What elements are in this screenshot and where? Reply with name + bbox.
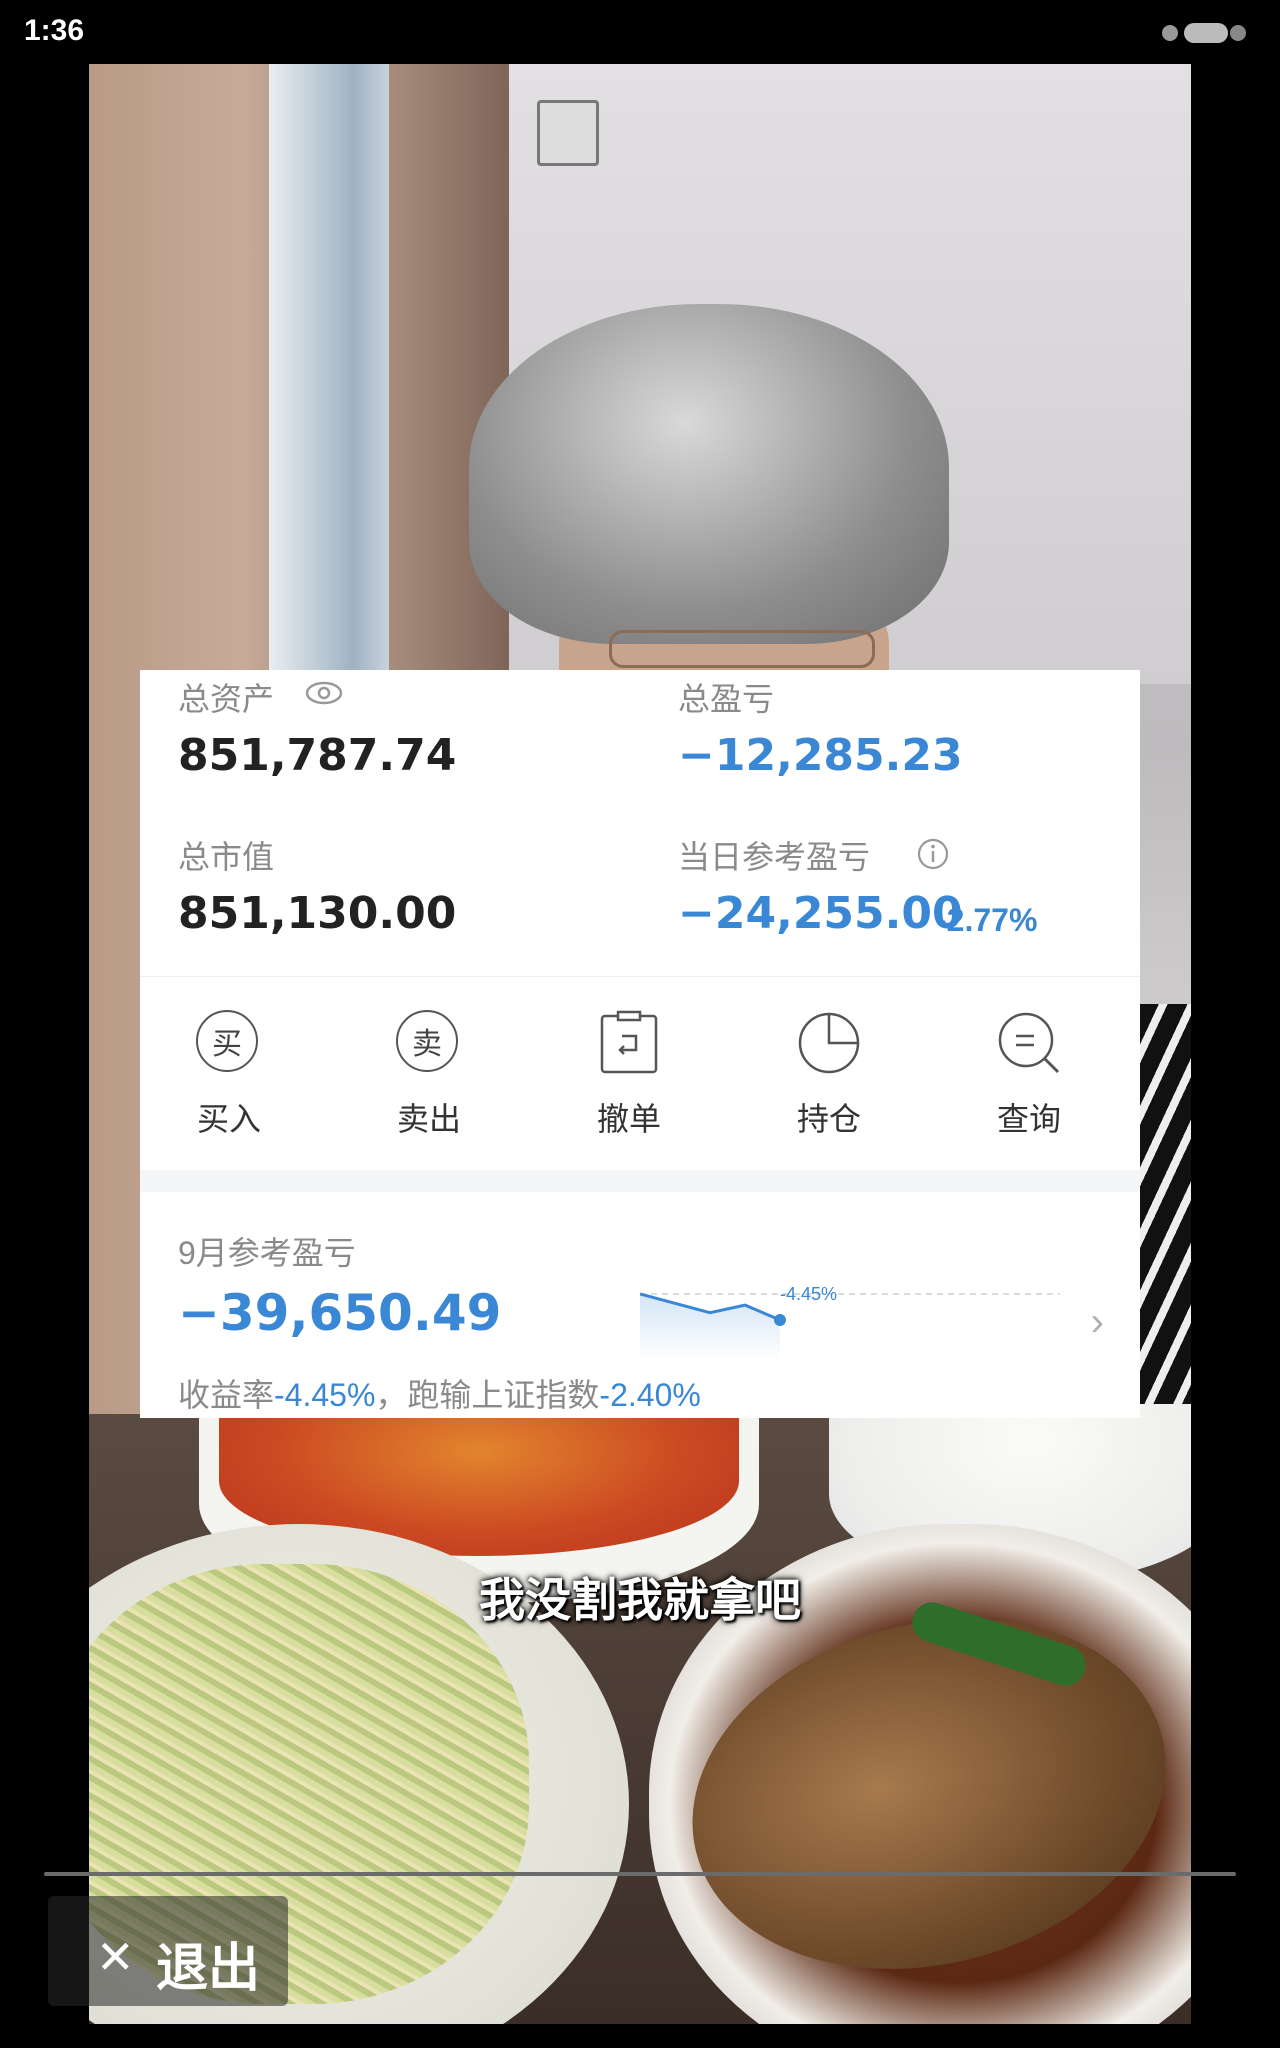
total-pl-label: 总盈亏 bbox=[678, 681, 775, 717]
divider bbox=[140, 976, 1140, 977]
cancel-order-button[interactable]: 撤单 bbox=[554, 1010, 704, 1150]
video-progress-bar[interactable] bbox=[44, 1872, 1236, 1876]
market-value-label: 总市值 bbox=[178, 839, 275, 875]
return-rate-line: 收益率-4.45%，跑输上证指数-2.40% bbox=[178, 1370, 701, 1416]
monthly-sparkline: -4.45% bbox=[640, 1284, 1060, 1360]
chevron-right-icon[interactable]: › bbox=[1091, 1300, 1104, 1345]
total-pl-value: −12,285.23 bbox=[678, 730, 963, 781]
query-button[interactable]: 查询 bbox=[954, 1010, 1104, 1150]
curtain-fold bbox=[389, 64, 509, 704]
sell-icon: 卖 bbox=[396, 1010, 458, 1072]
daily-pl-value: −24,255.00 bbox=[678, 888, 963, 939]
window-frame bbox=[269, 64, 389, 704]
buy-label: 买入 bbox=[196, 1101, 261, 1137]
buy-icon: 买 bbox=[196, 1010, 258, 1072]
video-caption: 我没割我就拿吧 bbox=[479, 1574, 801, 1626]
sparkline-label: -4.45% bbox=[780, 1284, 837, 1304]
monthly-pl-label: 9月参考盈亏 bbox=[178, 1235, 356, 1271]
search-icon bbox=[998, 1012, 1060, 1074]
status-time: 1:36 bbox=[24, 14, 85, 47]
monthly-pl-value: −39,650.49 bbox=[178, 1284, 502, 1342]
daily-pl-percent: -2.77% bbox=[936, 902, 1038, 938]
total-assets-value: 851,787.74 bbox=[178, 730, 457, 781]
positions-label: 持仓 bbox=[796, 1101, 861, 1137]
sparkline-area bbox=[640, 1294, 780, 1360]
account-card: 总资产 851,787.74 总盈亏 −12,285.23 总市值 851,13… bbox=[140, 670, 1140, 1418]
market-value-value: 851,130.00 bbox=[178, 888, 457, 939]
sell-label: 卖出 bbox=[396, 1101, 461, 1137]
sparkline-end-point bbox=[774, 1314, 786, 1326]
return-rate-prefix: 收益率 bbox=[178, 1377, 275, 1413]
eye-icon[interactable] bbox=[304, 678, 344, 708]
sell-button[interactable]: 卖 卖出 bbox=[354, 1010, 504, 1150]
status-bar: 1:36 bbox=[0, 0, 1280, 64]
person-hair bbox=[469, 304, 949, 644]
positions-button[interactable]: 持仓 bbox=[754, 1010, 904, 1150]
total-assets-label: 总资产 bbox=[178, 681, 275, 717]
daily-pl-label: 当日参考盈亏 bbox=[678, 839, 871, 875]
cancel-order-label: 撤单 bbox=[596, 1101, 661, 1137]
return-rate-separator: ，跑输上证指数 bbox=[375, 1377, 600, 1413]
query-label: 查询 bbox=[996, 1101, 1061, 1137]
exit-label[interactable]: 退出 bbox=[156, 1926, 260, 2001]
return-rate-value: -4.45% bbox=[274, 1377, 376, 1413]
section-gap bbox=[140, 1170, 1140, 1192]
striped-shirt bbox=[1139, 1004, 1191, 1424]
status-icons bbox=[1162, 23, 1246, 43]
glasses bbox=[609, 630, 875, 668]
cancel-order-icon bbox=[600, 1010, 658, 1074]
wall-outlet bbox=[537, 100, 599, 166]
index-return-value: -2.40% bbox=[599, 1377, 701, 1413]
buy-button[interactable]: 买 买入 bbox=[154, 1010, 304, 1150]
info-icon[interactable] bbox=[916, 837, 950, 871]
pie-chart-icon bbox=[798, 1012, 860, 1074]
close-icon[interactable]: ✕ bbox=[96, 1930, 135, 1984]
